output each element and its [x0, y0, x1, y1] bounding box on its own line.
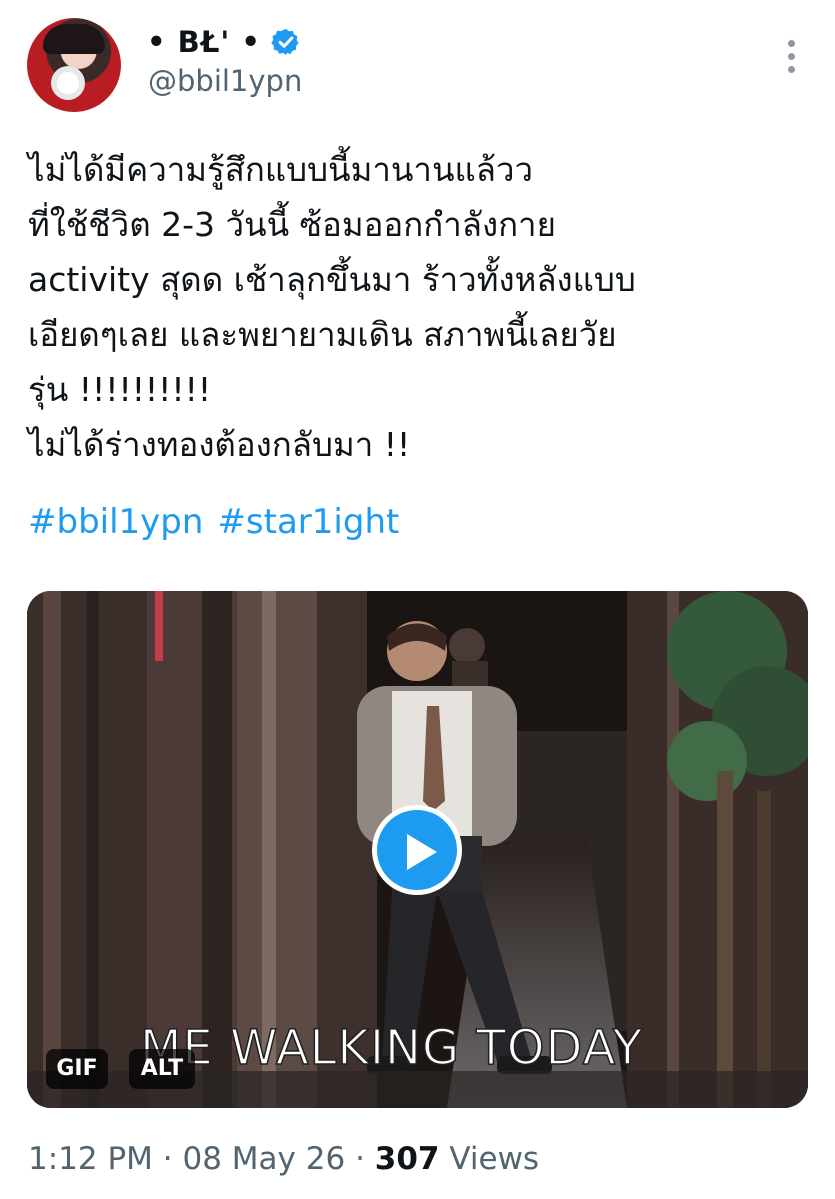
author-display-name[interactable]: • BŁ' • — [147, 25, 261, 59]
play-button[interactable] — [372, 805, 462, 895]
tweet-text-line: activity สุดด เช้าลุกขึ้นมา ร้าวทั้งหลัง… — [28, 260, 636, 299]
author-name-row: • BŁ' • — [147, 22, 301, 62]
tweet-card: • BŁ' • @bbil1ypn ไม่ได้มีความรู้สึกแบบน… — [0, 0, 835, 1199]
hashtag-row: #bbil1ypn #star1ight — [28, 497, 399, 547]
tweet-text-line: ไม่ได้ร่างทองต้องกลับมา !! — [28, 425, 411, 464]
play-icon — [407, 834, 437, 870]
gif-badge: GIF — [46, 1049, 108, 1089]
tweet-text: ไม่ได้มีความรู้สึกแบบนี้มานานแล้วว ที่ใช… — [28, 142, 808, 472]
gif-caption: ME WALKING TODAY — [139, 1019, 644, 1077]
avatar-hair — [43, 24, 105, 54]
more-options-icon[interactable] — [780, 36, 804, 76]
alt-text-badge[interactable]: ALT — [129, 1049, 195, 1089]
tweet-text-line: เอียดๆเลย และพยายามเดิน สภาพนี้เลยวัย — [28, 315, 617, 354]
verified-badge-icon — [271, 27, 301, 57]
hashtag-link[interactable]: #bbil1ypn — [28, 497, 203, 547]
avatar-flower — [51, 66, 85, 100]
tweet-date[interactable]: 08 May 26 — [183, 1141, 346, 1177]
tweet-text-line: รุ่น !!!!!!!!!! — [28, 370, 212, 409]
author-handle[interactable]: @bbil1ypn — [148, 64, 302, 98]
avatar[interactable] — [27, 18, 121, 112]
tweet-time[interactable]: 1:12 PM — [28, 1141, 153, 1177]
meta-separator: · — [355, 1141, 365, 1177]
hashtag-link[interactable]: #star1ight — [217, 497, 399, 547]
tweet-meta: 1:12 PM · 08 May 26 · 307 Views — [28, 1141, 539, 1177]
meta-separator: · — [162, 1141, 173, 1177]
views-count: 307 — [374, 1141, 440, 1177]
views-label: Views — [449, 1141, 540, 1177]
tweet-text-line: ไม่ได้มีความรู้สึกแบบนี้มานานแล้วว — [28, 150, 534, 189]
tweet-text-line: ที่ใช้ชีวิต 2-3 วันนี้ ซ้อมออกกำลังกาย — [28, 205, 556, 244]
